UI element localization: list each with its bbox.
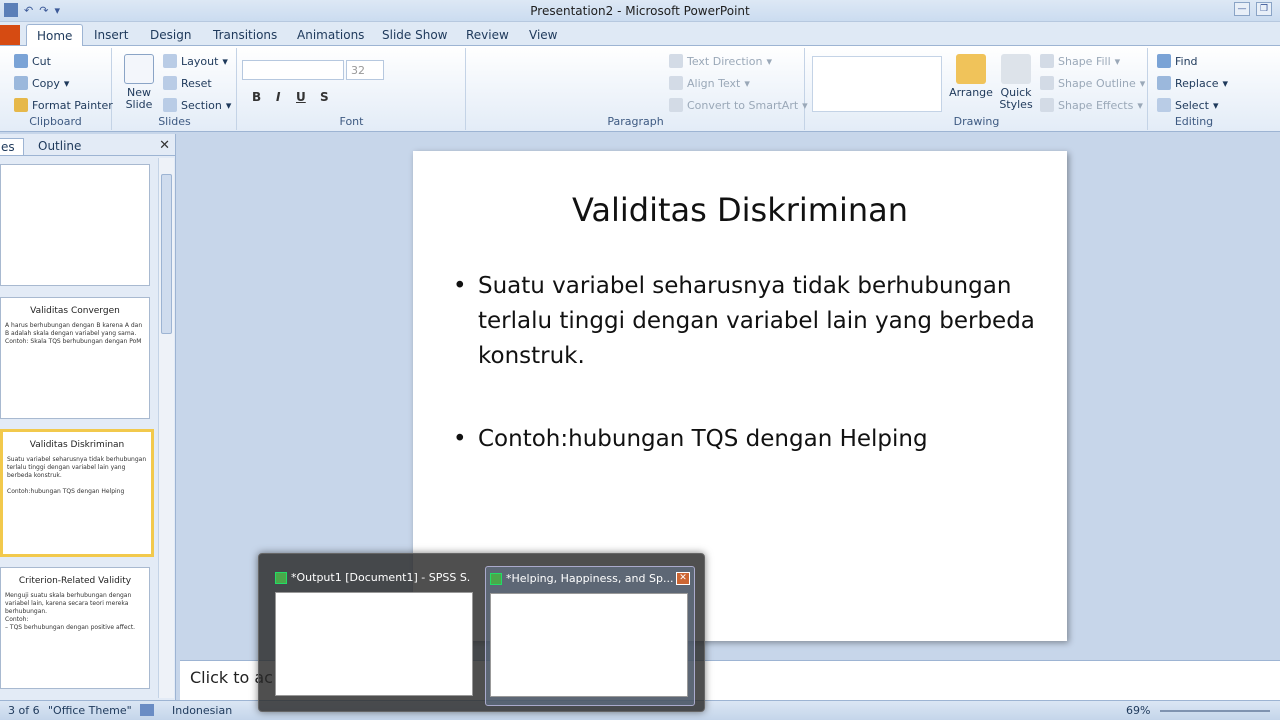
drawing-group-label: Drawing <box>953 115 1000 128</box>
tab-review[interactable]: Review <box>458 26 517 44</box>
font-name-box[interactable] <box>242 60 344 80</box>
text-direction-icon <box>669 54 683 68</box>
scrollbar-thumb[interactable] <box>161 174 172 334</box>
preview-thumbnail <box>275 592 473 696</box>
slides-group-label: Slides <box>158 115 191 128</box>
tab-design[interactable]: Design <box>142 26 199 44</box>
align-text-button[interactable]: Align Text ▾ <box>669 76 750 90</box>
reset-button[interactable]: Reset <box>163 76 212 90</box>
close-panel-icon[interactable]: ✕ <box>159 138 170 153</box>
select-button[interactable]: Select ▾ <box>1157 98 1218 112</box>
minimize-icon[interactable]: — <box>1234 2 1250 16</box>
clipboard-group-label: Clipboard <box>29 115 82 128</box>
section-button[interactable]: Section ▾ <box>163 98 231 112</box>
bold-button[interactable]: B <box>252 90 261 104</box>
shape-fill-button[interactable]: Shape Fill ▾ <box>1040 54 1120 68</box>
tab-slides[interactable]: es <box>0 138 24 155</box>
scissors-icon <box>14 54 28 68</box>
taskbar-preview-spss-output[interactable]: *Output1 [Document1] - SPSS S... <box>271 566 481 706</box>
taskbar-preview-popup: *Output1 [Document1] - SPSS S... *Helpin… <box>258 553 705 712</box>
new-slide-button[interactable]: New Slide <box>119 54 159 111</box>
ribbon: Cut Copy ▾ Format Painter Clipboard New … <box>0 46 1280 132</box>
bullet-2: Contoh:hubungan TQS dengan Helping <box>453 422 1053 457</box>
italic-button[interactable]: I <box>276 90 280 104</box>
language-indicator[interactable]: Indonesian <box>172 704 232 717</box>
effects-icon <box>1040 98 1054 112</box>
window-title: Presentation2 - Microsoft PowerPoint <box>530 4 750 18</box>
tab-animations[interactable]: Animations <box>289 26 372 44</box>
replace-button[interactable]: Replace ▾ <box>1157 76 1228 90</box>
layout-button[interactable]: Layout ▾ <box>163 54 228 68</box>
reset-icon <box>163 76 177 90</box>
close-icon[interactable]: ✕ <box>676 572 690 585</box>
slide-content[interactable]: Suatu variabel seharusnya tidak berhubun… <box>453 269 1053 505</box>
taskbar-preview-spss-data[interactable]: *Helping, Happiness, and Sp... ✕ <box>485 566 695 706</box>
group-paragraph: Text Direction ▾ Align Text ▾ Convert to… <box>467 48 808 130</box>
convert-smartart-button[interactable]: Convert to SmartArt ▾ <box>669 98 808 112</box>
group-editing: Find Replace ▾ Select ▾ Editing <box>1149 48 1239 130</box>
font-size-box[interactable]: 32 <box>346 60 384 80</box>
panel-scrollbar[interactable] <box>158 158 174 698</box>
slide-counter: 3 of 6 <box>8 704 40 717</box>
group-clipboard: Cut Copy ▾ Format Painter Clipboard <box>0 48 113 130</box>
group-drawing: Arrange Quick Styles Shape Fill ▾ Shape … <box>806 48 1148 130</box>
outline-icon <box>1040 76 1054 90</box>
shadow-button[interactable]: S <box>320 90 329 104</box>
find-button[interactable]: Find <box>1157 54 1198 68</box>
quick-styles-icon <box>1001 54 1031 84</box>
smartart-icon <box>669 98 683 112</box>
copy-icon <box>14 76 28 90</box>
arrange-button[interactable]: Arrange <box>948 54 994 99</box>
file-tab[interactable] <box>0 25 20 45</box>
panel-tabs: es Outline ✕ <box>0 136 176 156</box>
quick-styles-button[interactable]: Quick Styles <box>996 54 1036 111</box>
shapes-gallery[interactable] <box>812 56 942 112</box>
tab-view[interactable]: View <box>521 26 565 44</box>
cursor-icon <box>1157 98 1171 112</box>
slide-thumb-5[interactable]: Criterion-Related Validity Menguji suatu… <box>0 567 150 689</box>
group-font: 32 B I U S Font <box>238 48 466 130</box>
bullet-1: Suatu variabel seharusnya tidak berhubun… <box>453 269 1053 374</box>
zoom-level[interactable]: 69% <box>1126 704 1150 717</box>
tab-transitions[interactable]: Transitions <box>205 26 285 44</box>
layout-icon <box>163 54 177 68</box>
underline-button[interactable]: U <box>296 90 306 104</box>
restore-icon[interactable]: ❐ <box>1256 2 1272 16</box>
shape-effects-button[interactable]: Shape Effects ▾ <box>1040 98 1143 112</box>
group-slides: New Slide Layout ▾ Reset Section ▾ Slide… <box>113 48 237 130</box>
theme-name[interactable]: "Office Theme" <box>48 704 132 717</box>
tab-slide-show[interactable]: Slide Show <box>374 26 455 44</box>
replace-icon <box>1157 76 1171 90</box>
spss-icon <box>275 572 287 584</box>
preview-thumbnail <box>490 593 688 697</box>
editing-group-label: Editing <box>1174 115 1214 128</box>
spss-icon <box>490 573 502 585</box>
fill-icon <box>1040 54 1054 68</box>
slide-thumb-2[interactable] <box>0 164 150 286</box>
binoculars-icon <box>1157 54 1171 68</box>
paintbrush-icon <box>14 98 28 112</box>
tab-outline[interactable]: Outline <box>30 138 89 154</box>
slide-thumb-4[interactable]: Validitas Diskriminan Suatu variabel seh… <box>0 429 154 557</box>
cut-button[interactable]: Cut <box>14 54 51 68</box>
tab-home[interactable]: Home <box>26 24 84 47</box>
slide-title[interactable]: Validitas Diskriminan <box>413 191 1067 229</box>
spellcheck-icon[interactable] <box>140 704 154 716</box>
slide-thumb-3[interactable]: Validitas Convergen A harus berhubungan … <box>0 297 150 419</box>
copy-button[interactable]: Copy ▾ <box>14 76 69 90</box>
slides-panel: es Outline ✕ Validitas Convergen A harus… <box>0 134 176 700</box>
paragraph-group-label: Paragraph <box>607 115 664 128</box>
shape-outline-button[interactable]: Shape Outline ▾ <box>1040 76 1145 90</box>
zoom-slider[interactable] <box>1160 710 1270 712</box>
format-painter-button[interactable]: Format Painter <box>14 98 113 112</box>
section-icon <box>163 98 177 112</box>
new-slide-icon <box>124 54 154 84</box>
ribbon-tabs: Home Insert Design Transitions Animation… <box>0 22 1280 47</box>
text-direction-button[interactable]: Text Direction ▾ <box>669 54 772 68</box>
font-group-label: Font <box>339 115 364 128</box>
arrange-icon <box>956 54 986 84</box>
align-text-icon <box>669 76 683 90</box>
tab-insert[interactable]: Insert <box>86 26 136 44</box>
title-bar: ↶ ↷ ▾ Presentation2 - Microsoft PowerPoi… <box>0 0 1280 22</box>
